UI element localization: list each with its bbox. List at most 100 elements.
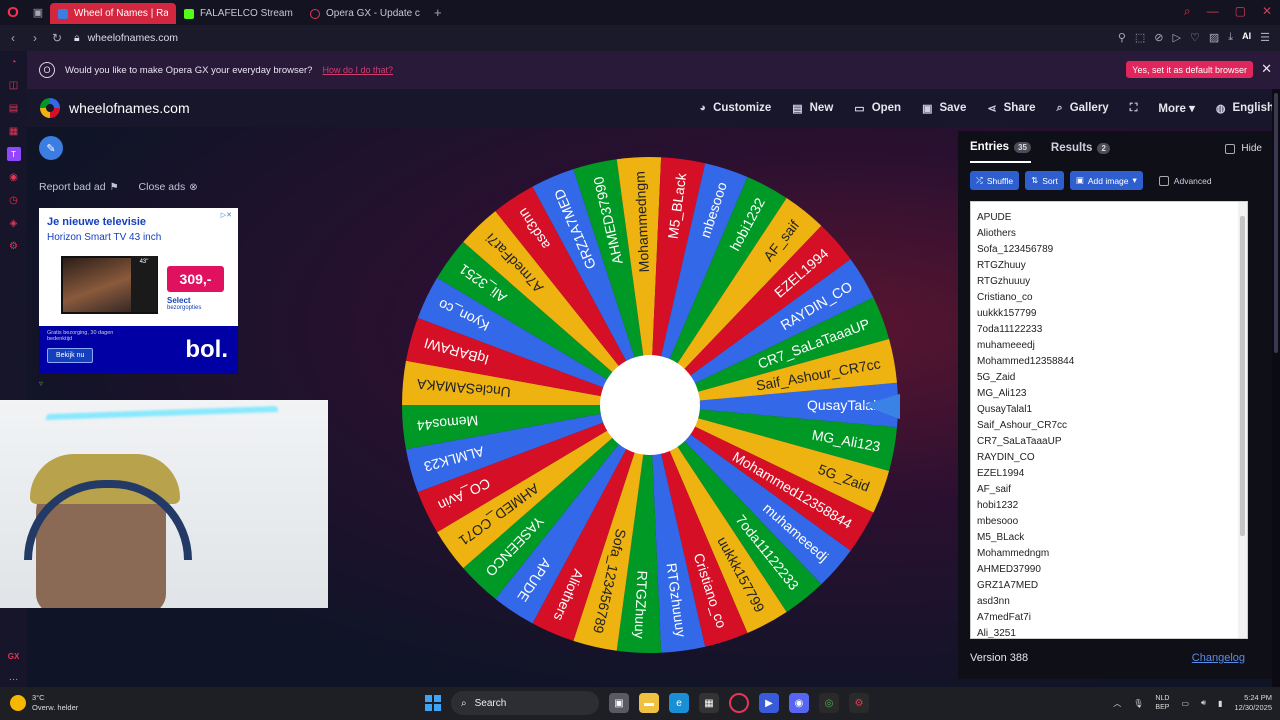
page-scrollbar[interactable] bbox=[1272, 89, 1280, 687]
history-icon[interactable]: ◷ bbox=[7, 193, 21, 207]
entry-line[interactable]: QusayTalal1 bbox=[971, 402, 1074, 418]
twitch-icon[interactable]: T bbox=[6, 147, 21, 161]
close-ads-link[interactable]: Close ads ⊗ bbox=[139, 181, 198, 193]
entry-line[interactable]: asd3nn bbox=[971, 594, 1074, 610]
add-image-button[interactable]: ▣ Add image ▾ bbox=[1069, 171, 1143, 190]
wheel-hub[interactable] bbox=[600, 355, 700, 455]
customize-button[interactable]: ◕ Customize bbox=[699, 102, 771, 114]
gx-player-icon[interactable]: ◉ bbox=[7, 170, 21, 184]
advertisement-banner[interactable]: ▷✕ Je nieuwe televisie Horizon Smart TV … bbox=[39, 208, 238, 374]
entry-line[interactable]: muhameeedj bbox=[971, 338, 1074, 354]
close-infobar-icon[interactable]: ✕ bbox=[1261, 61, 1272, 77]
more-button[interactable]: More ▾ bbox=[1158, 101, 1194, 115]
box-icon[interactable]: ▨ bbox=[1209, 31, 1219, 44]
report-bad-ad-link[interactable]: Report bad ad ⚑ bbox=[39, 181, 119, 193]
network-icon[interactable]: ▭ bbox=[1181, 699, 1189, 708]
entry-line[interactable]: AF_saif bbox=[971, 482, 1074, 498]
app-icon[interactable]: ▶ bbox=[759, 693, 779, 713]
entries-textarea[interactable]: APUDE Aliothers Sofa_123456789 RTGZhuuy RTGz… bbox=[970, 201, 1248, 639]
entry-line[interactable]: Mohammed12358844 bbox=[971, 354, 1074, 370]
tab-falafelco-stream[interactable]: FALAFELCO Stream - Wat bbox=[176, 3, 302, 24]
advanced-toggle[interactable]: Advanced bbox=[1158, 175, 1212, 186]
shuffle-button[interactable]: ⤮ Shuffle bbox=[970, 171, 1020, 190]
entry-line[interactable]: M5_BLack bbox=[971, 530, 1074, 546]
menu-icon[interactable]: ☰ bbox=[1260, 31, 1270, 44]
tab-results[interactable]: Results 2 bbox=[1051, 141, 1110, 163]
back-icon[interactable]: ‹ bbox=[4, 31, 22, 45]
language-indicator[interactable]: NLD BEP bbox=[1155, 694, 1169, 712]
edit-pencil-button[interactable]: ✎ bbox=[39, 136, 63, 160]
pin-icon[interactable]: ⚲ bbox=[1118, 31, 1126, 44]
language-button[interactable]: ◍ English bbox=[1216, 102, 1274, 115]
gx-bag-icon[interactable]: ◫ bbox=[7, 78, 21, 92]
start-button[interactable] bbox=[425, 695, 441, 711]
name-wheel[interactable]: QusayTalal1MG_Ali1235G_ZaidMohammed12358… bbox=[400, 155, 900, 655]
cube-icon[interactable]: ◈ bbox=[7, 216, 21, 230]
forward-icon[interactable]: › bbox=[26, 31, 44, 45]
opera-gx-taskbar-icon[interactable] bbox=[729, 693, 749, 713]
taskbar-search[interactable]: ⌕ Search bbox=[451, 691, 599, 715]
entry-line[interactable]: Cristiano_co bbox=[971, 290, 1074, 306]
tab-opera-gx-update[interactable]: Opera GX - Update comp bbox=[302, 3, 428, 24]
adblock-icon[interactable]: ⊘ bbox=[1154, 31, 1163, 44]
sort-button[interactable]: ⇅ Sort bbox=[1025, 171, 1064, 190]
entry-line[interactable]: Sofa_123456789 bbox=[971, 242, 1074, 258]
fullscreen-button[interactable]: ⛶ bbox=[1130, 102, 1138, 115]
play-icon[interactable]: ▷ bbox=[1173, 31, 1181, 44]
open-button[interactable]: ▭ Open bbox=[854, 102, 901, 115]
entry-line[interactable]: Saif_Ashour_CR7cc bbox=[971, 418, 1074, 434]
battery-icon[interactable]: ▮ bbox=[1218, 699, 1222, 708]
reload-icon[interactable]: ↻ bbox=[48, 31, 66, 45]
entry-line[interactable]: Mohammedngm bbox=[971, 546, 1074, 562]
entry-line[interactable]: 7oda11122233 bbox=[971, 322, 1074, 338]
url-field[interactable]: 🔒︎ wheelofnames.com bbox=[74, 32, 178, 45]
entry-line[interactable]: Ali_3251 bbox=[971, 626, 1074, 638]
maximize-icon[interactable]: ▢ bbox=[1235, 4, 1246, 19]
share-button[interactable]: ⋖ Share bbox=[987, 102, 1035, 115]
tab-wheel-of-names[interactable]: Wheel of Names | Ran bbox=[50, 3, 176, 24]
store-icon[interactable]: ▦ bbox=[699, 693, 719, 713]
entry-line[interactable]: Aliothers bbox=[971, 226, 1074, 242]
download-icon[interactable]: ⤓ bbox=[1228, 31, 1233, 44]
save-button[interactable]: ▣ Save bbox=[922, 102, 966, 115]
settings-icon[interactable]: ⚙ bbox=[7, 239, 21, 253]
search-tabs-icon[interactable]: ⌕ bbox=[1184, 4, 1191, 19]
changelog-link[interactable]: Changelog bbox=[1192, 652, 1245, 664]
entry-line[interactable]: RTGzhuuuy bbox=[971, 274, 1074, 290]
entry-line[interactable]: GRZ1A7MED bbox=[971, 578, 1074, 594]
entry-line[interactable]: RTGZhuuy bbox=[971, 258, 1074, 274]
gx-news-icon[interactable]: ▦ bbox=[7, 124, 21, 138]
entries-scrollbar[interactable] bbox=[1238, 202, 1247, 638]
chrome-icon[interactable]: ◎ bbox=[819, 693, 839, 713]
set-default-button[interactable]: Yes, set it as default browser bbox=[1126, 61, 1253, 78]
hide-checkbox[interactable] bbox=[1225, 143, 1236, 154]
entry-line[interactable]: CR7_SaLaTaaaUP bbox=[971, 434, 1074, 450]
gallery-button[interactable]: ⌕ Gallery bbox=[1057, 102, 1109, 115]
adchoices-icon[interactable]: ▷✕ bbox=[221, 211, 232, 219]
new-tab-button[interactable]: + bbox=[434, 5, 442, 20]
entry-line[interactable]: uukkk157799 bbox=[971, 306, 1074, 322]
how-link[interactable]: How do I do that? bbox=[322, 65, 393, 75]
tray-chevron-icon[interactable]: ︿ bbox=[1113, 698, 1121, 709]
site-logo-icon[interactable] bbox=[40, 98, 60, 118]
tab-entries[interactable]: Entries 35 bbox=[970, 141, 1031, 163]
opera-gx-logo[interactable]: O bbox=[0, 0, 26, 25]
snapshot-icon[interactable]: ⬚ bbox=[1135, 31, 1145, 44]
advanced-checkbox[interactable] bbox=[1158, 175, 1169, 186]
file-explorer-icon[interactable]: ▬ bbox=[639, 693, 659, 713]
weather-widget[interactable]: 3°C Overw. helder bbox=[10, 693, 78, 713]
hide-toggle[interactable]: Hide bbox=[1225, 143, 1262, 154]
microphone-icon[interactable]: 🎙︎ bbox=[1133, 699, 1143, 708]
entries-scroll-thumb[interactable] bbox=[1240, 216, 1245, 536]
entry-line[interactable]: A7medFat7i bbox=[971, 610, 1074, 626]
minimize-icon[interactable]: — bbox=[1207, 4, 1219, 19]
entry-line[interactable]: EZEL1994 bbox=[971, 466, 1074, 482]
ai-button[interactable]: AI bbox=[1242, 31, 1251, 44]
close-window-icon[interactable]: ✕ bbox=[1262, 4, 1272, 19]
gx-mail-icon[interactable]: ▤ bbox=[7, 101, 21, 115]
entry-line[interactable]: mbesooo bbox=[971, 514, 1074, 530]
volume-icon[interactable]: 🔊︎ bbox=[1201, 698, 1206, 708]
task-view-icon[interactable]: ▣ bbox=[609, 693, 629, 713]
edge-icon[interactable]: e bbox=[669, 693, 689, 713]
entry-line[interactable]: hobi1232 bbox=[971, 498, 1074, 514]
